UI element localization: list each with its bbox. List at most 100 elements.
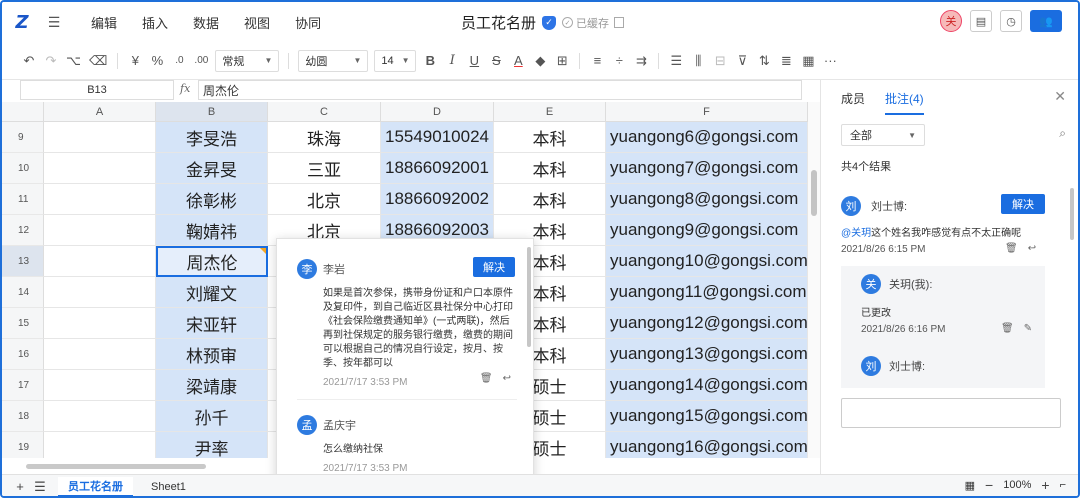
cell-b[interactable]: 梁靖康 bbox=[156, 370, 268, 401]
popup-scroll-thumb[interactable] bbox=[527, 247, 531, 347]
history-icon[interactable] bbox=[614, 17, 625, 28]
menu-view[interactable]: 视图 bbox=[244, 13, 270, 32]
cell-a[interactable] bbox=[44, 215, 156, 246]
row-header[interactable]: 19 bbox=[2, 432, 44, 458]
cell-a[interactable] bbox=[44, 184, 156, 215]
percent-button[interactable]: % bbox=[146, 49, 168, 73]
row-height-icon[interactable]: ☰ bbox=[665, 49, 687, 73]
row-header[interactable]: 11 bbox=[2, 184, 44, 215]
cell-f[interactable]: yuangong11@gongsi.com bbox=[606, 277, 808, 308]
cell-b[interactable]: 徐彰彬 bbox=[156, 184, 268, 215]
comment-filter-select[interactable]: 全部 ▼ bbox=[841, 124, 925, 146]
cell-b[interactable]: 林预审 bbox=[156, 339, 268, 370]
edit-icon[interactable]: ✎ bbox=[1024, 323, 1032, 334]
cell-a[interactable] bbox=[44, 277, 156, 308]
table-icon[interactable]: ▦ bbox=[797, 49, 819, 73]
cell-f[interactable]: yuangong10@gongsi.com bbox=[606, 246, 808, 277]
row-header[interactable]: 13 bbox=[2, 246, 44, 277]
column-header-b[interactable]: B bbox=[156, 102, 268, 122]
decrease-decimal-icon[interactable]: .0 bbox=[168, 49, 190, 73]
number-format-select[interactable]: 常规 ▼ bbox=[215, 49, 280, 72]
filter-icon[interactable]: ⊽ bbox=[731, 49, 753, 73]
bold-button[interactable]: B bbox=[419, 49, 441, 73]
menu-icon[interactable]: ☰ bbox=[42, 2, 66, 42]
resolve-button[interactable]: 解决 bbox=[473, 257, 515, 277]
add-sheet-icon[interactable]: + bbox=[10, 475, 30, 497]
cell-f[interactable]: yuangong9@gongsi.com bbox=[606, 215, 808, 246]
cell-b[interactable]: 孙千 bbox=[156, 401, 268, 432]
cell-b[interactable]: 宋亚轩 bbox=[156, 308, 268, 339]
cell-f[interactable]: yuangong15@gongsi.com bbox=[606, 401, 808, 432]
border-icon[interactable]: ⊞ bbox=[551, 49, 573, 73]
document-title[interactable]: 员工花名册 bbox=[461, 12, 536, 33]
cell-a[interactable] bbox=[44, 370, 156, 401]
column-header-f[interactable]: F bbox=[606, 102, 808, 122]
cell-b[interactable]: 鞠婧祎 bbox=[156, 215, 268, 246]
tab-comments[interactable]: 批注(4) bbox=[885, 90, 924, 115]
menu-edit[interactable]: 编辑 bbox=[91, 13, 117, 32]
cell-a[interactable] bbox=[44, 432, 156, 458]
cell-f[interactable]: yuangong14@gongsi.com bbox=[606, 370, 808, 401]
reply-icon[interactable]: ↩ bbox=[1028, 243, 1036, 254]
redo-icon[interactable]: ↷ bbox=[40, 49, 62, 73]
underline-button[interactable]: U bbox=[463, 49, 485, 73]
cell-a[interactable] bbox=[44, 308, 156, 339]
zoom-out-button[interactable]: − bbox=[985, 477, 993, 493]
align-left-icon[interactable]: ≡ bbox=[586, 49, 608, 73]
cell-c[interactable]: 珠海 bbox=[268, 122, 381, 153]
formula-input[interactable]: 周杰伦 bbox=[198, 80, 802, 100]
sheet-list-icon[interactable]: ☰ bbox=[30, 475, 50, 497]
italic-button[interactable]: I bbox=[441, 49, 463, 73]
app-logo[interactable]: Z bbox=[2, 2, 42, 42]
cell-b[interactable]: 李旻浩 bbox=[156, 122, 268, 153]
cell-f[interactable]: yuangong7@gongsi.com bbox=[606, 153, 808, 184]
undo-icon[interactable]: ↶ bbox=[18, 49, 40, 73]
search-icon[interactable]: ⌕ bbox=[1059, 126, 1066, 141]
tab-members[interactable]: 成员 bbox=[841, 90, 865, 115]
column-width-icon[interactable]: ⫼ bbox=[687, 49, 709, 73]
clock-icon[interactable]: ◷ bbox=[1000, 10, 1022, 32]
cell-c[interactable]: 三亚 bbox=[268, 153, 381, 184]
cell-f[interactable]: yuangong12@gongsi.com bbox=[606, 308, 808, 339]
row-header[interactable]: 12 bbox=[2, 215, 44, 246]
column-header-c[interactable]: C bbox=[268, 102, 381, 122]
vertical-scrollbar[interactable] bbox=[808, 102, 820, 458]
cell-reference-box[interactable]: B13 bbox=[20, 80, 174, 100]
fullscreen-icon[interactable]: ⌐ bbox=[1060, 479, 1066, 491]
column-header-e[interactable]: E bbox=[494, 102, 606, 122]
sheet-tab-sheet1[interactable]: Sheet1 bbox=[141, 477, 196, 497]
menu-collab[interactable]: 协同 bbox=[295, 13, 321, 32]
reply-icon[interactable]: ↩ bbox=[503, 373, 511, 384]
shield-icon[interactable]: ✓ bbox=[542, 15, 557, 30]
conditional-format-icon[interactable]: ≣ bbox=[775, 49, 797, 73]
cell-a[interactable] bbox=[44, 339, 156, 370]
cell-e[interactable]: 本科 bbox=[494, 153, 606, 184]
zoom-level[interactable]: 100% bbox=[1003, 479, 1031, 491]
font-select[interactable]: 幼圆 ▼ bbox=[298, 49, 369, 72]
row-header[interactable]: 14 bbox=[2, 277, 44, 308]
cell-b[interactable]: 尹率 bbox=[156, 432, 268, 458]
cell-a[interactable] bbox=[44, 153, 156, 184]
cell-a[interactable] bbox=[44, 246, 156, 277]
column-header-a[interactable]: A bbox=[44, 102, 156, 122]
delete-icon[interactable]: 🗑 bbox=[1001, 323, 1014, 334]
cell-b[interactable]: 金昇旻 bbox=[156, 153, 268, 184]
delete-icon[interactable]: 🗑 bbox=[480, 373, 493, 384]
eraser-icon[interactable]: ⌫ bbox=[85, 49, 111, 73]
cell-f[interactable]: yuangong6@gongsi.com bbox=[606, 122, 808, 153]
cell-e[interactable]: 本科 bbox=[494, 122, 606, 153]
mention-link[interactable]: @关玥 bbox=[841, 228, 871, 239]
panel-scroll-thumb[interactable] bbox=[1070, 188, 1074, 240]
menu-data[interactable]: 数据 bbox=[193, 13, 219, 32]
increase-decimal-icon[interactable]: .00 bbox=[190, 49, 212, 73]
more-tools-button[interactable]: ··· bbox=[819, 49, 841, 73]
layout-icon[interactable]: ▦ bbox=[965, 479, 975, 492]
row-header[interactable]: 10 bbox=[2, 153, 44, 184]
merge-cells-icon[interactable]: ⊟ bbox=[709, 49, 731, 73]
row-header[interactable]: 16 bbox=[2, 339, 44, 370]
cell-a[interactable] bbox=[44, 401, 156, 432]
row-header[interactable]: 17 bbox=[2, 370, 44, 401]
cell-a[interactable] bbox=[44, 122, 156, 153]
vertical-align-icon[interactable]: ÷ bbox=[608, 49, 630, 73]
cell-d[interactable]: 15549010024 bbox=[381, 122, 494, 153]
